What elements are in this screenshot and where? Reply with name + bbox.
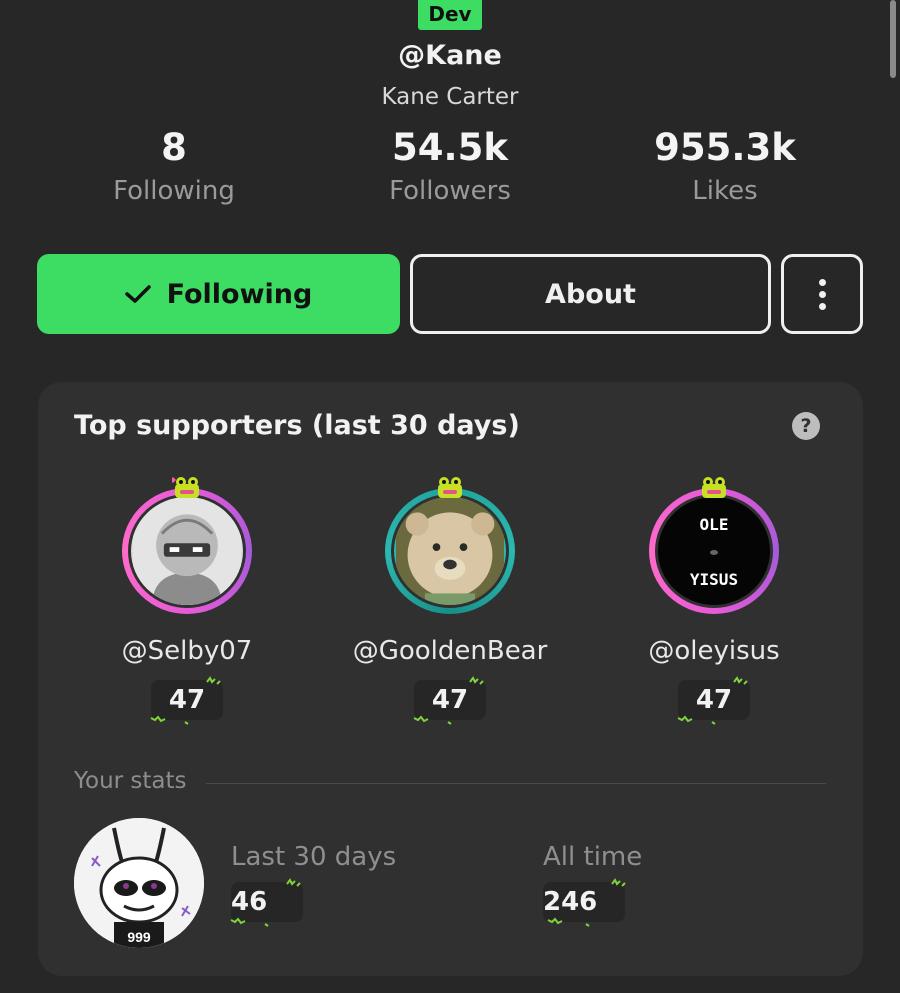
supporter-points: 47 — [413, 676, 486, 725]
eye-icon — [710, 549, 718, 555]
following-button-label: Following — [166, 278, 313, 310]
last-30-days-label: Last 30 days — [231, 842, 397, 872]
avatar: OLE YISUS — [655, 494, 773, 608]
followers-label: Followers — [389, 176, 511, 206]
supporter-name: @Selby07 — [121, 636, 253, 666]
supporter-points-value: 47 — [695, 685, 733, 715]
help-icon[interactable]: ? — [792, 412, 820, 440]
last-30-days-points: 46 — [230, 878, 303, 927]
checkmark-icon — [124, 285, 151, 303]
frog-crown-icon — [438, 477, 462, 498]
supporter-name: @oleyisus — [648, 636, 780, 666]
frog-crown-icon — [702, 477, 726, 498]
likes-count: 955.3k — [654, 126, 796, 169]
avatar-text-top: OLE — [699, 515, 729, 534]
all-time-stat: All time 246 — [543, 842, 643, 927]
profile-full-name: Kane Carter — [381, 84, 519, 110]
following-button[interactable]: Following — [37, 254, 400, 334]
following-count: 8 — [161, 126, 187, 169]
my-avatar[interactable]: 999 — [74, 818, 204, 948]
dev-badge: Dev — [418, 0, 482, 30]
last-30-days-value: 46 — [231, 887, 268, 917]
supporter-points-value: 47 — [168, 685, 206, 715]
all-time-label: All time — [543, 842, 643, 872]
about-button-label: About — [545, 278, 636, 310]
followers-count: 54.5k — [392, 126, 508, 169]
followers-stat[interactable]: 54.5k Followers — [320, 124, 580, 206]
all-time-points: 246 — [543, 878, 626, 927]
supporter-item[interactable]: @GooldenBear 47 — [310, 477, 590, 725]
likes-stat: 955.3k Likes — [595, 124, 855, 206]
more-options-button[interactable] — [781, 254, 863, 334]
supporter-points: 47 — [150, 676, 223, 725]
your-stats-label: Your stats — [74, 768, 187, 794]
supporter-item[interactable]: @Selby07 47 — [47, 477, 327, 725]
avatar-text-bottom: YISUS — [689, 570, 739, 589]
following-label: Following — [113, 176, 235, 206]
more-vertical-icon — [818, 276, 826, 312]
avatar-ring — [122, 488, 252, 614]
avatar-ring — [385, 488, 515, 614]
supporter-name: @GooldenBear — [352, 636, 548, 666]
avatar — [128, 494, 246, 608]
avatar-shirt-text: 999 — [127, 929, 151, 945]
divider — [206, 783, 826, 784]
supporter-points-value: 47 — [431, 685, 469, 715]
top-supporters-title: Top supporters (last 30 days) — [74, 410, 520, 441]
avatar — [391, 494, 509, 608]
top-supporters-card: Top supporters (last 30 days) ? @Selby07… — [38, 382, 863, 976]
likes-label: Likes — [692, 176, 758, 206]
following-stat[interactable]: 8 Following — [44, 124, 304, 206]
avatar-ring: OLE YISUS — [649, 488, 779, 614]
supporter-item[interactable]: OLE YISUS @oleyisus 47 — [574, 477, 854, 725]
frog-crown-icon — [172, 477, 199, 498]
last-30-days-stat: Last 30 days 46 — [230, 842, 397, 927]
supporter-points: 47 — [677, 676, 750, 725]
about-button[interactable]: About — [410, 254, 771, 334]
profile-handle: @Kane — [398, 40, 502, 71]
all-time-value: 246 — [543, 887, 598, 917]
